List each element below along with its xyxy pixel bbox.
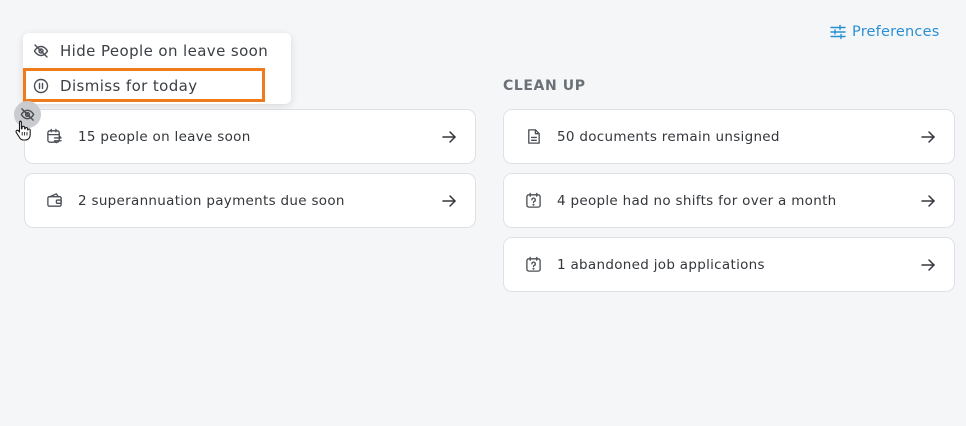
wallet-icon <box>45 192 63 210</box>
document-icon <box>524 128 542 146</box>
arrow-right-icon <box>920 193 936 209</box>
card-label: 50 documents remain unsigned <box>557 128 780 145</box>
card-label: 15 people on leave soon <box>78 128 251 145</box>
dashboard-page: Preferences CLEAN UP 15 people on leave … <box>0 0 966 426</box>
card-unsigned-documents[interactable]: 50 documents remain unsigned <box>503 109 955 164</box>
arrow-right-icon <box>920 257 936 273</box>
card-superannuation[interactable]: 2 superannuation payments due soon <box>24 173 476 228</box>
card-abandoned-applications[interactable]: 1 abandoned job applications <box>503 237 955 292</box>
eye-off-icon <box>33 43 50 60</box>
calendar-question-icon <box>524 192 542 210</box>
hand-cursor-icon <box>15 120 31 141</box>
card-no-shifts[interactable]: 4 people had no shifts for over a month <box>503 173 955 228</box>
menu-item-label: Dismiss for today <box>60 77 198 95</box>
context-menu: Hide People on leave soon Dismiss for to… <box>23 33 291 104</box>
preferences-link[interactable]: Preferences <box>830 24 939 40</box>
preferences-label: Preferences <box>852 24 940 40</box>
card-label: 4 people had no shifts for over a month <box>557 192 837 209</box>
menu-item-label: Hide People on leave soon <box>60 42 269 60</box>
card-people-on-leave[interactable]: 15 people on leave soon <box>24 109 476 164</box>
pause-circle-icon <box>33 78 50 95</box>
calendar-question-icon <box>524 256 542 274</box>
sliders-icon <box>830 24 846 40</box>
arrow-right-icon <box>441 193 457 209</box>
card-label: 1 abandoned job applications <box>557 256 765 273</box>
menu-item-hide[interactable]: Hide People on leave soon <box>23 34 291 68</box>
calendar-transfer-icon <box>45 128 63 146</box>
cleanup-title: CLEAN UP <box>503 78 586 94</box>
card-label: 2 superannuation payments due soon <box>78 192 345 209</box>
menu-item-dismiss[interactable]: Dismiss for today <box>23 69 291 103</box>
arrow-right-icon <box>441 129 457 145</box>
arrow-right-icon <box>920 129 936 145</box>
